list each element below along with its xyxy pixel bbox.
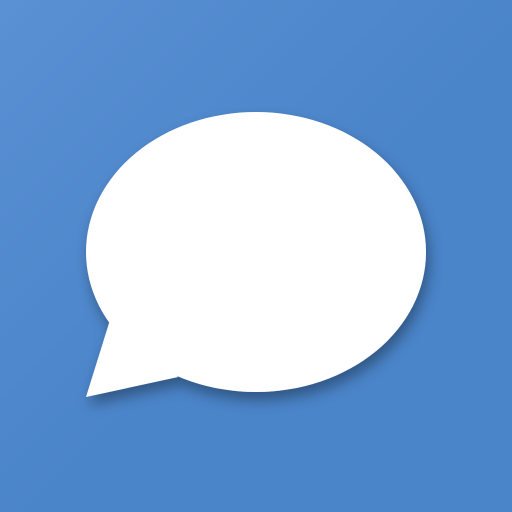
app-icon [0, 0, 512, 512]
chat-bubble-icon [86, 112, 426, 397]
